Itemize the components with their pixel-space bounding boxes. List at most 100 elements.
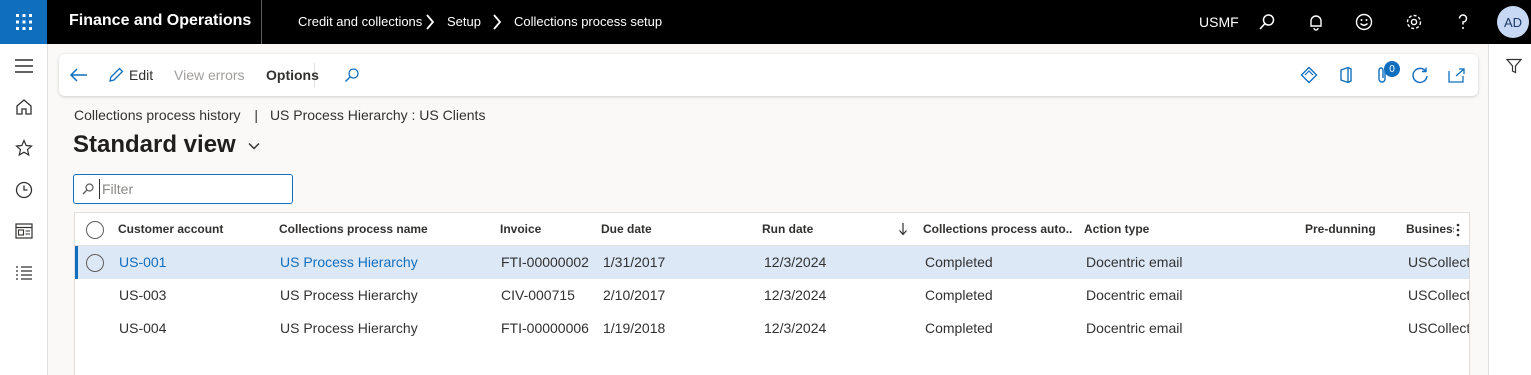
- column-header-pre-dunning[interactable]: Pre-dunning: [1305, 213, 1395, 246]
- back-arrow-icon: [69, 68, 87, 82]
- cell-business: USCollect: [1408, 254, 1469, 270]
- cell-action-type: Docentric email: [1086, 254, 1183, 270]
- star-icon[interactable]: [12, 136, 36, 160]
- table-row[interactable]: US-001 US Process Hierarchy FTI-00000002…: [75, 246, 1469, 279]
- cell-customer-account[interactable]: US-001: [119, 246, 269, 279]
- action-pane: Edit View errors Options: [59, 54, 1478, 96]
- cell-run-date: 12/3/2024: [764, 254, 827, 270]
- pop-out-icon: [1448, 68, 1465, 83]
- right-rail: [1488, 44, 1531, 375]
- cell-collections-process-name[interactable]: US Process Hierarchy: [280, 246, 490, 279]
- office-button[interactable]: [1338, 54, 1354, 96]
- workspace-icon[interactable]: [12, 219, 36, 243]
- diamond-icon: [1300, 66, 1318, 84]
- app-title[interactable]: Finance and Operations: [69, 0, 251, 44]
- modules-list-icon[interactable]: [12, 261, 36, 285]
- column-header-action-type[interactable]: Action type: [1084, 213, 1284, 246]
- cell-invoice: CIV-000715: [501, 287, 575, 303]
- search-icon[interactable]: [1255, 10, 1279, 34]
- cell-automation-status: Completed: [925, 254, 993, 270]
- cell-invoice: FTI-00000006: [501, 320, 589, 336]
- refresh-icon: [1412, 67, 1428, 84]
- breadcrumb-setup[interactable]: Setup: [447, 0, 481, 44]
- view-selector[interactable]: Standard view: [73, 131, 260, 159]
- cell-due-date: 1/31/2017: [603, 254, 666, 270]
- cell-collections-process-name: US Process Hierarchy: [280, 287, 418, 303]
- breadcrumb-collections-process-setup[interactable]: Collections process setup: [514, 0, 662, 44]
- avatar[interactable]: AD: [1497, 6, 1529, 38]
- left-navigation: [0, 44, 48, 375]
- options-tab[interactable]: Options: [266, 54, 319, 96]
- chevron-right-icon: [426, 14, 435, 30]
- collections-history-grid: Customer account Collections process nam…: [74, 212, 1470, 375]
- cell-run-date: 12/3/2024: [764, 287, 827, 303]
- cell-due-date: 1/19/2018: [603, 320, 666, 336]
- edit-button[interactable]: Edit: [108, 54, 153, 96]
- cell-pre-dunning: [1307, 246, 1397, 279]
- action-search-button[interactable]: [344, 54, 360, 96]
- view-errors-button[interactable]: View errors: [174, 54, 245, 96]
- hamburger-icon[interactable]: [12, 54, 36, 78]
- cell-collections-process-name: US Process Hierarchy: [280, 320, 418, 336]
- app-launcher-button[interactable]: [0, 0, 47, 44]
- search-icon: [82, 183, 94, 195]
- column-header-customer-account[interactable]: Customer account: [118, 213, 268, 246]
- column-header-collections-process-automation[interactable]: Collections process auto...: [923, 213, 1073, 246]
- chevron-down-icon: [248, 142, 260, 150]
- page-breadcrumb: Collections process history | US Process…: [74, 107, 485, 123]
- cell-customer-account[interactable]: US-004: [119, 312, 269, 345]
- cell-business: USCollect: [1408, 320, 1469, 336]
- home-icon[interactable]: [12, 95, 36, 119]
- back-button[interactable]: [69, 54, 89, 96]
- cell-pre-dunning: [1307, 312, 1397, 345]
- smiley-icon[interactable]: [1352, 10, 1376, 34]
- pencil-icon: [109, 67, 124, 82]
- cell-due-date: 2/10/2017: [603, 287, 666, 303]
- attachments-count-badge: 0: [1384, 61, 1400, 77]
- page-title: Standard view: [73, 131, 236, 158]
- help-icon[interactable]: [1451, 10, 1475, 34]
- edit-label: Edit: [129, 67, 154, 83]
- cell-automation-status: Completed: [925, 287, 993, 303]
- filter-input[interactable]: [99, 179, 284, 199]
- chevron-right-icon: [493, 14, 502, 30]
- breadcrumb-credit-and-collections[interactable]: Credit and collections: [298, 0, 422, 44]
- top-bar: Finance and Operations Credit and collec…: [0, 0, 1531, 44]
- open-new-window-button[interactable]: [1448, 54, 1466, 96]
- more-options-icon[interactable]: [1456, 223, 1460, 237]
- clock-icon[interactable]: [12, 178, 36, 202]
- filter-funnel-icon[interactable]: [1506, 58, 1522, 74]
- power-apps-button[interactable]: [1300, 54, 1318, 96]
- filter-field[interactable]: [73, 174, 293, 204]
- table-row[interactable]: US-003 US Process Hierarchy CIV-000715 2…: [75, 279, 1469, 312]
- table-row[interactable]: US-004 US Process Hierarchy FTI-00000006…: [75, 312, 1469, 345]
- breadcrumb-record-context: US Process Hierarchy : US Clients: [269, 107, 486, 123]
- cell-business: USCollect: [1408, 287, 1469, 303]
- column-header-collections-process-name[interactable]: Collections process name: [279, 213, 489, 246]
- cell-action-type: Docentric email: [1086, 287, 1183, 303]
- company-picker[interactable]: USMF: [1199, 0, 1239, 44]
- column-header-due-date[interactable]: Due date: [601, 213, 751, 246]
- bell-icon[interactable]: [1304, 10, 1328, 34]
- column-header-invoice[interactable]: Invoice: [500, 213, 590, 246]
- column-header-run-date[interactable]: Run date: [762, 213, 882, 246]
- row-select-radio[interactable]: [86, 254, 104, 272]
- cell-action-type: Docentric email: [1086, 320, 1183, 336]
- select-all-radio[interactable]: [86, 221, 104, 239]
- cell-run-date: 12/3/2024: [764, 320, 827, 336]
- cell-pre-dunning: [1307, 279, 1397, 312]
- breadcrumb-collections-process-history: Collections process history: [74, 107, 241, 123]
- cell-customer-account[interactable]: US-003: [119, 279, 269, 312]
- cell-invoice: FTI-00000002: [501, 254, 589, 270]
- topbar-divider: [261, 0, 262, 44]
- cell-automation-status: Completed: [925, 320, 993, 336]
- column-header-business[interactable]: Business: [1406, 213, 1454, 246]
- grid-header: Customer account Collections process nam…: [75, 213, 1469, 246]
- refresh-button[interactable]: [1411, 54, 1429, 96]
- waffle-icon: [15, 14, 32, 30]
- office-icon: [1340, 66, 1352, 84]
- gear-icon[interactable]: [1402, 10, 1426, 34]
- breadcrumb-separator: |: [254, 107, 259, 123]
- sort-descending-arrow-icon[interactable]: [898, 222, 908, 236]
- search-icon: [345, 68, 359, 82]
